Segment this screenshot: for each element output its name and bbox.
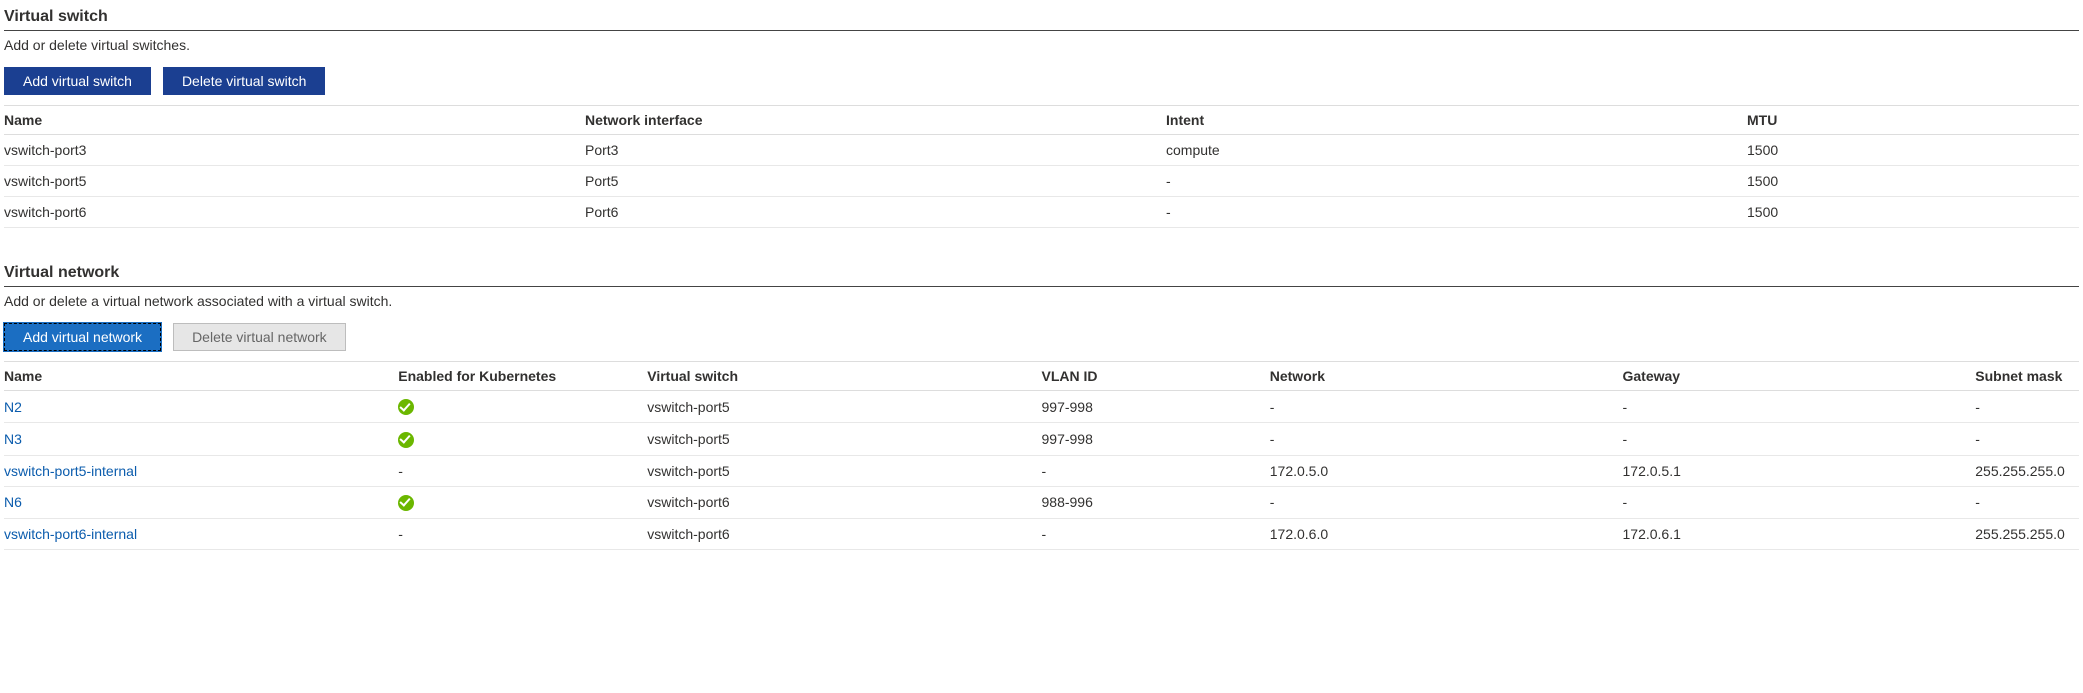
cell-vlan: -	[1042, 518, 1270, 549]
cell-nif: Port5	[585, 166, 1166, 197]
cell-vs: vswitch-port5	[647, 391, 1041, 423]
table-row[interactable]: vswitch-port5 Port5 - 1500	[4, 166, 2079, 197]
cell-name: vswitch-port6	[4, 197, 585, 228]
cell-gw: -	[1623, 486, 1976, 518]
cell-net: 172.0.6.0	[1270, 518, 1623, 549]
virtual-network-button-row: Add virtual network Delete virtual netwo…	[4, 323, 2079, 351]
col-header-vlan[interactable]: VLAN ID	[1042, 362, 1270, 391]
cell-vs: vswitch-port5	[647, 423, 1041, 455]
col-header-nif[interactable]: Network interface	[585, 106, 1166, 135]
cell-mask: 255.255.255.0	[1975, 455, 2079, 486]
virtual-network-section: Virtual network Add or delete a virtual …	[4, 264, 2079, 550]
cell-vs: vswitch-port5	[647, 455, 1041, 486]
cell-vs: vswitch-port6	[647, 518, 1041, 549]
cell-net: -	[1270, 391, 1623, 423]
virtual-network-link[interactable]: vswitch-port5-internal	[4, 463, 137, 479]
table-row[interactable]: N3 vswitch-port5 997-998 - - -	[4, 423, 2079, 455]
add-virtual-network-button[interactable]: Add virtual network	[4, 323, 161, 351]
cell-mtu: 1500	[1747, 135, 2079, 166]
check-circle-icon	[398, 432, 414, 448]
virtual-network-title: Virtual network	[4, 264, 2079, 287]
cell-net: -	[1270, 423, 1623, 455]
cell-vlan: 997-998	[1042, 391, 1270, 423]
table-row[interactable]: N2 vswitch-port5 997-998 - - -	[4, 391, 2079, 423]
table-row[interactable]: N6 vswitch-port6 988-996 - - -	[4, 486, 2079, 518]
cell-gw: -	[1623, 391, 1976, 423]
table-row[interactable]: vswitch-port3 Port3 compute 1500	[4, 135, 2079, 166]
virtual-network-link[interactable]: N2	[4, 399, 22, 415]
cell-nif: Port6	[585, 197, 1166, 228]
cell-intent: compute	[1166, 135, 1747, 166]
cell-nif: Port3	[585, 135, 1166, 166]
cell-intent: -	[1166, 166, 1747, 197]
cell-mask: -	[1975, 486, 2079, 518]
cell-gw: 172.0.5.1	[1623, 455, 1976, 486]
add-virtual-switch-button[interactable]: Add virtual switch	[4, 67, 151, 95]
cell-mask: 255.255.255.0	[1975, 518, 2079, 549]
delete-virtual-network-button: Delete virtual network	[173, 323, 346, 351]
col-header-mask[interactable]: Subnet mask	[1975, 362, 2079, 391]
check-circle-icon	[398, 399, 414, 415]
cell-k8s: -	[398, 518, 647, 549]
cell-net: -	[1270, 486, 1623, 518]
virtual-network-table: Name Enabled for Kubernetes Virtual swit…	[4, 361, 2079, 550]
cell-mask: -	[1975, 391, 2079, 423]
virtual-switch-section: Virtual switch Add or delete virtual swi…	[4, 8, 2079, 228]
cell-mtu: 1500	[1747, 197, 2079, 228]
virtual-switch-title: Virtual switch	[4, 8, 2079, 31]
cell-mask: -	[1975, 423, 2079, 455]
virtual-network-link[interactable]: N6	[4, 494, 22, 510]
cell-vlan: 988-996	[1042, 486, 1270, 518]
col-header-gw[interactable]: Gateway	[1623, 362, 1976, 391]
virtual-switch-desc: Add or delete virtual switches.	[4, 37, 2079, 53]
col-header-net[interactable]: Network	[1270, 362, 1623, 391]
cell-mtu: 1500	[1747, 166, 2079, 197]
col-header-name[interactable]: Name	[4, 106, 585, 135]
virtual-switch-table: Name Network interface Intent MTU vswitc…	[4, 105, 2079, 228]
cell-gw: 172.0.6.1	[1623, 518, 1976, 549]
cell-name: vswitch-port3	[4, 135, 585, 166]
col-header-k8s[interactable]: Enabled for Kubernetes	[398, 362, 647, 391]
cell-k8s: -	[398, 455, 647, 486]
col-header-name[interactable]: Name	[4, 362, 398, 391]
check-circle-icon	[398, 495, 414, 511]
table-row[interactable]: vswitch-port6 Port6 - 1500	[4, 197, 2079, 228]
cell-vlan: -	[1042, 455, 1270, 486]
cell-name: vswitch-port5	[4, 166, 585, 197]
cell-intent: -	[1166, 197, 1747, 228]
cell-net: 172.0.5.0	[1270, 455, 1623, 486]
virtual-switch-button-row: Add virtual switch Delete virtual switch	[4, 67, 2079, 95]
col-header-mtu[interactable]: MTU	[1747, 106, 2079, 135]
cell-gw: -	[1623, 423, 1976, 455]
table-row[interactable]: vswitch-port6-internal - vswitch-port6 -…	[4, 518, 2079, 549]
cell-vs: vswitch-port6	[647, 486, 1041, 518]
col-header-intent[interactable]: Intent	[1166, 106, 1747, 135]
virtual-network-link[interactable]: vswitch-port6-internal	[4, 526, 137, 542]
virtual-network-link[interactable]: N3	[4, 431, 22, 447]
table-row[interactable]: vswitch-port5-internal - vswitch-port5 -…	[4, 455, 2079, 486]
cell-vlan: 997-998	[1042, 423, 1270, 455]
col-header-vs[interactable]: Virtual switch	[647, 362, 1041, 391]
delete-virtual-switch-button[interactable]: Delete virtual switch	[163, 67, 326, 95]
virtual-network-desc: Add or delete a virtual network associat…	[4, 293, 2079, 309]
